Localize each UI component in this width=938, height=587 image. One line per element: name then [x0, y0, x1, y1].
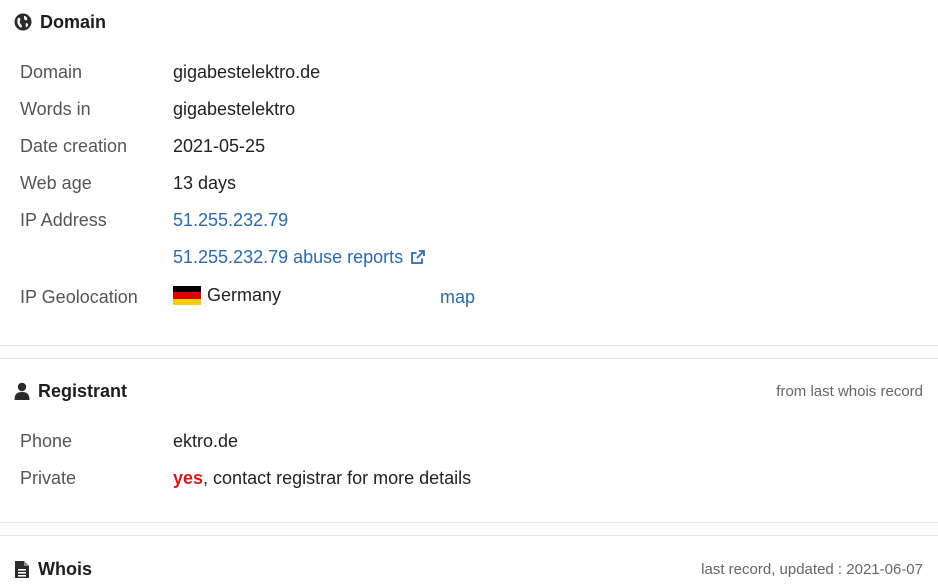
- domain-section-header: Domain: [14, 9, 106, 35]
- registrant-section-title: Registrant: [38, 380, 128, 401]
- document-icon: [15, 560, 29, 578]
- whois-meta: last record, updated : 2021-06-07: [701, 561, 923, 578]
- user-icon: [14, 382, 30, 400]
- whois-section-header: Whois: [14, 556, 92, 582]
- globe-icon: [14, 13, 32, 31]
- web-age-label: Web age: [20, 173, 92, 193]
- ip-geolocation-label: IP Geolocation: [20, 287, 138, 307]
- section-divider: [0, 522, 938, 536]
- phone-value: ektro.de: [173, 431, 239, 451]
- domain-label: Domain: [20, 62, 83, 82]
- section-divider: [0, 345, 938, 359]
- abuse-reports-label: 51.255.232.79 abuse reports: [173, 247, 404, 267]
- ip-address-link[interactable]: 51.255.232.79: [173, 210, 288, 231]
- ip-address-label: IP Address: [20, 210, 107, 230]
- private-yes-highlight: yes: [173, 468, 204, 488]
- web-age-value: 13 days: [173, 173, 237, 193]
- map-link[interactable]: map: [440, 287, 475, 308]
- private-details-text: , contact registrar for more details: [203, 468, 472, 488]
- registrant-section-header: Registrant: [14, 378, 127, 404]
- abuse-reports-link[interactable]: 51.255.232.79 abuse reports: [173, 247, 426, 268]
- registrant-meta: from last whois record: [776, 383, 923, 400]
- external-link-icon: [411, 250, 426, 264]
- whois-section-title: Whois: [38, 558, 92, 579]
- private-label: Private: [20, 468, 77, 488]
- country-name: Germany: [207, 285, 282, 305]
- date-creation-label: Date creation: [20, 136, 128, 156]
- private-value: yes, contact registrar for more details: [173, 468, 471, 489]
- germany-flag-icon: [173, 286, 201, 305]
- words-in-value: gigabestelektro: [173, 99, 296, 119]
- date-creation-value: 2021-05-25: [173, 136, 266, 156]
- geolocation-value: Germany: [173, 285, 281, 306]
- domain-value: gigabestelektro.de: [173, 62, 321, 82]
- domain-section-title: Domain: [40, 11, 107, 32]
- phone-label: Phone: [20, 431, 73, 451]
- words-in-label: Words in: [20, 99, 91, 119]
